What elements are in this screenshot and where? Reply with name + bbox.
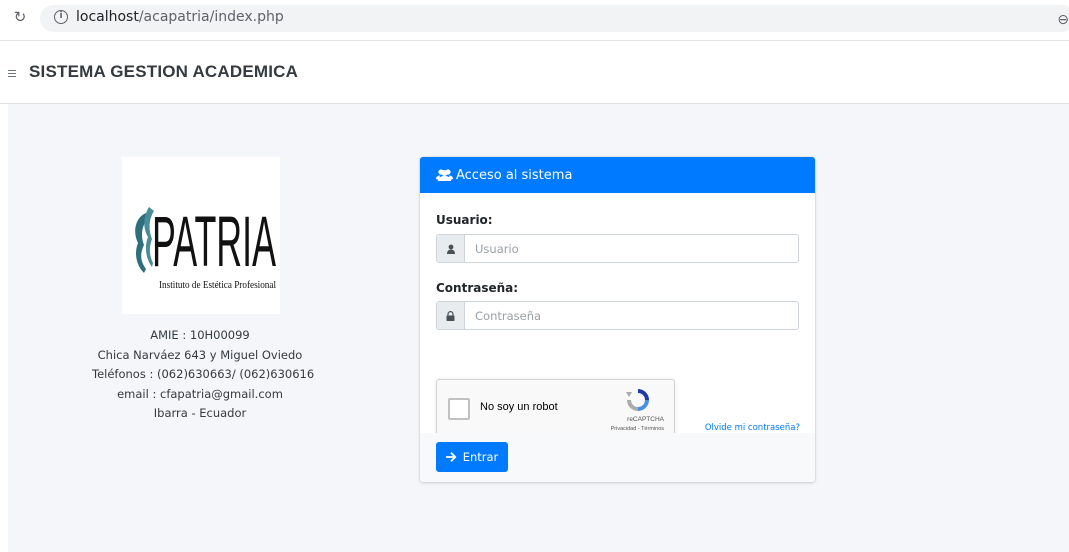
app-navbar: SISTEMA GESTION ACADEMICA <box>0 42 1069 104</box>
login-card-footer: Olvide mi contraseña? Entrar <box>420 423 815 482</box>
arrow-right-icon <box>445 452 456 462</box>
url-path: /acapatria/index.php <box>138 9 284 25</box>
logo-subtitle: Instituto de Estética Profesional <box>159 279 276 291</box>
url-text[interactable]: localhost/acapatria/index.php <box>76 9 284 25</box>
password-input-group <box>436 301 799 330</box>
recaptcha-logo-icon <box>626 389 649 411</box>
recaptcha-label: No soy un robot <box>480 401 558 413</box>
forgot-password-link[interactable]: Olvide mi contraseña? <box>705 423 800 433</box>
zoom-icon[interactable]: ⊖ <box>1057 12 1069 28</box>
browser-toolbar: ↻ i localhost/acapatria/index.php ⊖ <box>0 0 1069 41</box>
institution-info: AMIE : 10H00099 Chica Narváez 643 y Migu… <box>92 326 315 424</box>
users-icon <box>436 169 453 181</box>
patria-logo: PATRIA Instituto de Estética Profesional <box>122 157 280 314</box>
submit-button-label: Entrar <box>462 450 499 464</box>
recaptcha-brand: reCAPTCHA <box>627 416 664 423</box>
email-text: email : cfapatria@gmail.com <box>117 386 283 401</box>
recaptcha-widget: No soy un robot reCAPTCHA Privacidad - T… <box>436 379 675 440</box>
login-card-body: Usuario: Contraseña: No soy un robot <box>420 193 815 440</box>
password-input[interactable] <box>465 302 798 329</box>
hamburger-icon[interactable] <box>8 70 16 79</box>
patria-logo-image: PATRIA Instituto de Estética Profesional <box>135 202 276 291</box>
login-card: Acceso al sistema Usuario: Contraseña: N… <box>420 157 815 482</box>
recaptcha-checkbox[interactable] <box>448 398 470 420</box>
user-input-group <box>436 234 799 263</box>
recaptcha-legal-links[interactable]: Privacidad - Términos <box>611 426 664 432</box>
lock-icon <box>437 302 465 329</box>
user-input[interactable] <box>465 235 798 262</box>
address-bar[interactable]: i localhost/acapatria/index.php <box>40 5 1069 32</box>
submit-button[interactable]: Entrar <box>436 442 508 472</box>
city-text: Ibarra - Ecuador <box>153 406 247 420</box>
password-label: Contraseña: <box>436 281 519 295</box>
logo-brand-text: PATRIA <box>152 202 276 282</box>
info-icon[interactable]: i <box>54 10 68 24</box>
login-card-header: Acceso al sistema <box>420 157 815 193</box>
reload-icon[interactable]: ↻ <box>10 8 30 26</box>
phones-text: Teléfonos : (062)630663/ (062)630616 <box>92 367 315 381</box>
user-icon <box>437 235 465 262</box>
content-wrapper: PATRIA Instituto de Estética Profesional… <box>8 104 1069 552</box>
address-text: Chica Narváez 643 y Miguel Oviedo <box>97 347 303 362</box>
login-card-title: Acceso al sistema <box>456 167 573 183</box>
amie-code: AMIE : 10H00099 <box>150 328 250 342</box>
app-title: SISTEMA GESTION ACADEMICA <box>29 62 299 81</box>
user-label: Usuario: <box>436 213 493 227</box>
url-host: localhost <box>76 9 139 25</box>
